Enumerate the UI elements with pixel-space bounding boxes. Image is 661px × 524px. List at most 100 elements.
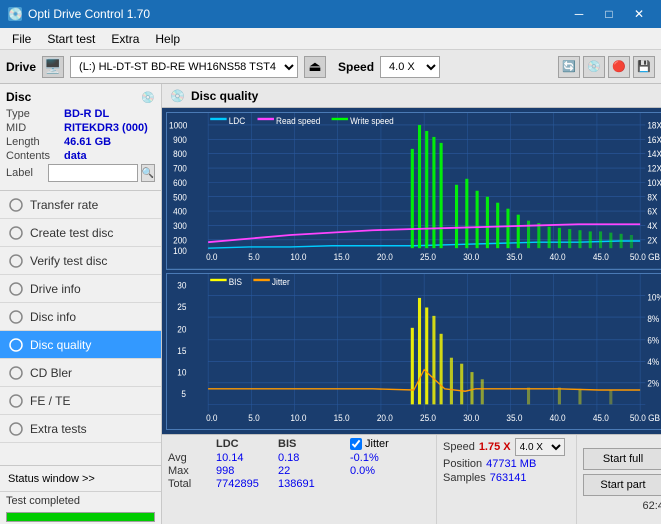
svg-text:20.0: 20.0 xyxy=(377,252,393,263)
max-bis: 22 xyxy=(278,465,330,477)
svg-text:16X: 16X xyxy=(647,134,661,145)
minimize-button[interactable]: ─ xyxy=(565,4,593,24)
svg-text:Jitter: Jitter xyxy=(272,276,290,287)
sidebar-item-extra-tests[interactable]: Extra tests xyxy=(0,415,161,443)
menu-extra[interactable]: Extra xyxy=(103,30,147,48)
svg-text:BIS: BIS xyxy=(229,276,242,287)
start-full-button[interactable]: Start full xyxy=(583,448,661,470)
samples-label: Samples xyxy=(443,472,486,484)
svg-text:10.0: 10.0 xyxy=(290,252,306,263)
maximize-button[interactable]: □ xyxy=(595,4,623,24)
samples-row: Samples 763141 xyxy=(443,472,570,484)
status-window-button[interactable]: Status window >> xyxy=(0,466,161,492)
col-ldc-header: LDC xyxy=(216,438,278,450)
disc-quality-icon xyxy=(8,337,24,353)
drive-select[interactable]: (L:) HL-DT-ST BD-RE WH16NS58 TST4 xyxy=(70,56,298,78)
length-value: 46.61 GB xyxy=(64,136,155,148)
max-label: Max xyxy=(168,465,216,477)
disc-icon[interactable]: 💿 xyxy=(583,56,605,78)
content-header: 💿 Disc quality xyxy=(162,84,661,108)
sidebar-item-disc-info[interactable]: Disc info xyxy=(0,303,161,331)
speed-label: Speed xyxy=(443,441,475,453)
drive-icon[interactable]: 🖥️ xyxy=(42,56,64,78)
svg-text:15.0: 15.0 xyxy=(334,252,350,263)
cd-bler-label: CD Bler xyxy=(30,366,72,380)
menu-file[interactable]: File xyxy=(4,30,39,48)
svg-text:6X: 6X xyxy=(647,206,657,217)
label-label: Label xyxy=(6,167,45,179)
svg-text:40.0: 40.0 xyxy=(550,252,566,263)
upper-chart-svg: 1000 900 800 700 600 500 400 300 200 100… xyxy=(167,113,661,269)
sidebar-item-drive-info[interactable]: Drive info xyxy=(0,275,161,303)
sidebar-item-fe-te[interactable]: FE / TE xyxy=(0,387,161,415)
sidebar-item-disc-quality[interactable]: Disc quality xyxy=(0,331,161,359)
svg-text:6%: 6% xyxy=(647,334,659,345)
svg-text:4X: 4X xyxy=(647,220,657,231)
disc-label-row: Label 🔍 xyxy=(6,164,155,182)
svg-text:25.0: 25.0 xyxy=(420,412,436,423)
svg-text:35.0: 35.0 xyxy=(506,252,522,263)
stats-speed-area: Speed 1.75 X 4.0 X Position 47731 MB Sam… xyxy=(436,435,576,524)
type-label: Type xyxy=(6,108,64,120)
svg-text:25: 25 xyxy=(177,301,186,312)
erase-icon[interactable]: 🔴 xyxy=(608,56,630,78)
col-bis-header: BIS xyxy=(278,438,330,450)
samples-value: 763141 xyxy=(490,472,527,484)
svg-text:300: 300 xyxy=(173,220,187,231)
extra-tests-label: Extra tests xyxy=(30,422,87,436)
jitter-header: Jitter xyxy=(365,438,389,450)
sidebar-item-create-test-disc[interactable]: Create test disc xyxy=(0,219,161,247)
lower-chart-svg: 30 25 20 15 10 5 10% 8% 6% 4% 2% 0.0 5.0… xyxy=(167,274,661,430)
label-input[interactable] xyxy=(48,164,138,182)
fe-te-label: FE / TE xyxy=(30,394,70,408)
drive-label: Drive xyxy=(6,60,36,74)
svg-text:2%: 2% xyxy=(647,377,659,388)
svg-text:600: 600 xyxy=(173,177,187,188)
menu-help[interactable]: Help xyxy=(147,30,188,48)
length-label: Length xyxy=(6,136,64,148)
speed-select[interactable]: 4.0 X xyxy=(380,56,440,78)
contents-label: Contents xyxy=(6,150,64,162)
svg-text:400: 400 xyxy=(173,206,187,217)
cd-bler-icon xyxy=(8,365,24,381)
close-button[interactable]: ✕ xyxy=(625,4,653,24)
position-row: Position 47731 MB xyxy=(443,458,570,470)
svg-text:2X: 2X xyxy=(647,235,657,246)
refresh-icon[interactable]: 🔄 xyxy=(558,56,580,78)
jitter-checkbox[interactable] xyxy=(350,438,362,450)
sidebar-item-verify-test-disc[interactable]: Verify test disc xyxy=(0,247,161,275)
speed-dropdown[interactable]: 4.0 X xyxy=(515,438,565,456)
avg-jitter: -0.1% xyxy=(350,452,430,464)
label-search-button[interactable]: 🔍 xyxy=(141,164,155,182)
transfer-rate-icon xyxy=(8,197,24,213)
app-icon: 💿 xyxy=(8,7,22,21)
menu-start-test[interactable]: Start test xyxy=(39,30,103,48)
stats-bottom: LDC BIS Jitter Avg 10.14 0.18 -0.1% xyxy=(162,434,661,524)
max-ldc: 998 xyxy=(216,465,278,477)
svg-text:20.0: 20.0 xyxy=(377,412,393,423)
sidebar-item-transfer-rate[interactable]: Transfer rate xyxy=(0,191,161,219)
speed-value: 1.75 X xyxy=(479,441,511,453)
contents-value: data xyxy=(64,150,155,162)
avg-ldc: 10.14 xyxy=(216,452,278,464)
extra-tests-icon xyxy=(8,421,24,437)
svg-text:12X: 12X xyxy=(647,163,661,174)
svg-text:50.0 GB: 50.0 GB xyxy=(630,252,660,263)
total-label: Total xyxy=(168,478,216,490)
disc-contents-row: Contents data xyxy=(6,150,155,162)
start-buttons-area: Start full Start part 62:48 xyxy=(576,435,661,524)
svg-text:Write speed: Write speed xyxy=(350,115,394,126)
save-icon[interactable]: 💾 xyxy=(633,56,655,78)
svg-text:500: 500 xyxy=(173,192,187,203)
svg-text:15.0: 15.0 xyxy=(334,412,350,423)
time-value: 62:48 xyxy=(642,500,661,512)
svg-text:8X: 8X xyxy=(647,192,657,203)
eject-icon[interactable]: ⏏ xyxy=(304,56,326,78)
sidebar-item-cd-bler[interactable]: CD Bler xyxy=(0,359,161,387)
svg-text:30.0: 30.0 xyxy=(463,412,479,423)
disc-type-row: Type BD-R DL xyxy=(6,108,155,120)
charts-area: 1000 900 800 700 600 500 400 300 200 100… xyxy=(162,108,661,434)
start-part-button[interactable]: Start part xyxy=(583,474,661,496)
svg-text:4%: 4% xyxy=(647,356,659,367)
jitter-checkbox-area: Jitter xyxy=(350,438,430,450)
